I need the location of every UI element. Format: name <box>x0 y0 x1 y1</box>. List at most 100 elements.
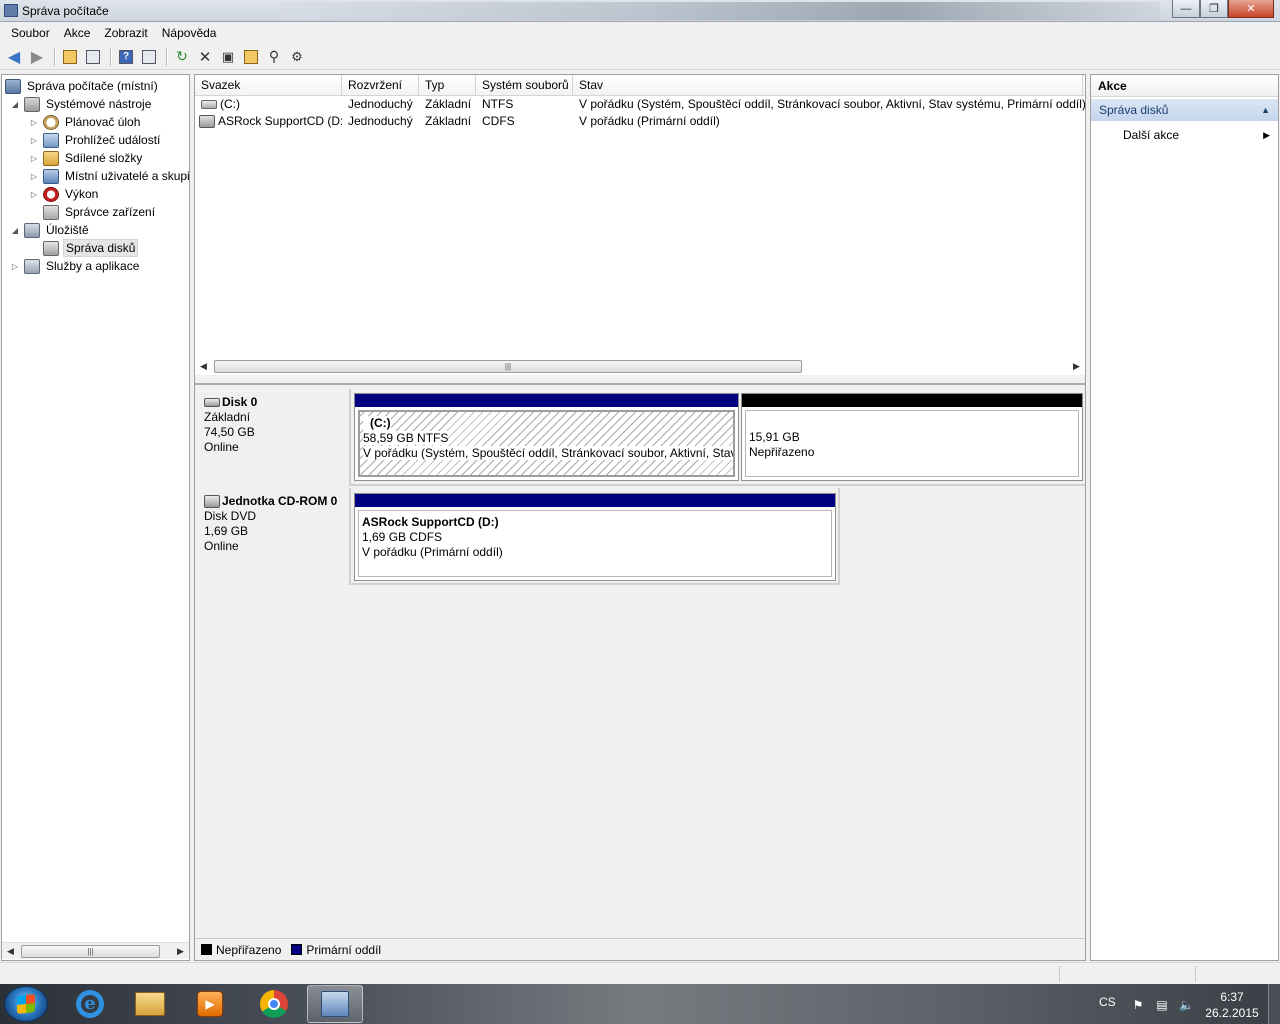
taskbar-file-explorer[interactable] <box>122 985 178 1023</box>
collapse-arrow-icon[interactable]: ◢ <box>10 100 20 109</box>
volume-icon[interactable]: 🔈 <box>1179 998 1194 1012</box>
scrollbar-thumb[interactable]: ||| <box>21 945 160 958</box>
expand-arrow-icon[interactable]: ▷ <box>29 118 39 127</box>
partition-d-body: ASRock SupportCD (D:) 1,69 GB CDFS V poř… <box>358 510 832 577</box>
expand-arrow-icon[interactable]: ▷ <box>29 136 39 145</box>
disk-0-row: Disk 0 Základní 74,50 GB Online (C:) 58,… <box>195 389 1085 486</box>
unallocated-bar <box>742 394 1082 407</box>
tree-item-storage[interactable]: ◢ Úložiště <box>10 221 91 239</box>
clock-icon <box>43 114 59 130</box>
volume-filesystem: NTFS <box>482 97 514 111</box>
column-header-type[interactable]: Typ <box>419 75 476 96</box>
tree-item-event-viewer[interactable]: ▷ Prohlížeč událostí <box>29 131 162 149</box>
scroll-left-icon[interactable]: ◀ <box>2 943 19 960</box>
tree-horizontal-scrollbar[interactable]: ◀ ||| ▶ <box>2 942 189 959</box>
more-actions-item[interactable]: Další akce ▶ <box>1091 125 1278 145</box>
properties-icon[interactable]: ▣ <box>218 47 238 67</box>
tree-item-system-tools[interactable]: ◢ Systémové nástroje <box>10 95 153 113</box>
tree-item-label: Správce zařízení <box>65 205 156 219</box>
refresh-icon[interactable]: ↻ <box>172 47 192 67</box>
tree-item-label: Úložiště <box>46 223 89 237</box>
tree-item-services[interactable]: ▷ Služby a aplikace <box>10 257 141 275</box>
legend-label-primary: Primární oddíl <box>306 942 382 957</box>
minimize-button[interactable]: — <box>1172 0 1200 18</box>
scroll-right-icon[interactable]: ▶ <box>1068 358 1085 375</box>
status-bar-divider <box>1195 966 1196 982</box>
column-header-filesystem[interactable]: Systém souborů <box>476 75 573 96</box>
scrollbar-thumb[interactable]: ||| <box>214 360 802 373</box>
expand-arrow-icon[interactable]: ▷ <box>29 172 39 181</box>
start-button[interactable] <box>4 986 48 1022</box>
partition-d[interactable]: ASRock SupportCD (D:) 1,69 GB CDFS V poř… <box>354 493 836 581</box>
network-icon[interactable]: ▤ <box>1155 998 1169 1012</box>
device-manager-icon <box>43 204 59 220</box>
maximize-button[interactable]: ❐ <box>1200 0 1228 18</box>
title-bar-background <box>280 2 1160 20</box>
partition-c[interactable]: (C:) 58,59 GB NTFS V pořádku (Systém, Sp… <box>354 393 739 481</box>
cdrom-0-label[interactable]: Jednotka CD-ROM 0 Disk DVD 1,69 GB Onlin… <box>195 488 351 585</box>
menu-zobrazit[interactable]: Zobrazit <box>97 26 154 40</box>
show-hide-action-pane-icon[interactable] <box>139 47 159 67</box>
show-desktop-button[interactable] <box>1268 984 1280 1024</box>
up-folder-icon[interactable] <box>60 47 80 67</box>
forward-arrow-icon[interactable]: ▶ <box>27 47 47 67</box>
storage-icon <box>24 222 40 238</box>
windows-logo-icon <box>17 994 35 1014</box>
toolbar-separator <box>166 47 168 66</box>
taskbar-computer-management[interactable] <box>307 985 363 1023</box>
table-row[interactable]: (C:) Jednoduchý Základní NTFS V pořádku … <box>195 96 1085 113</box>
system-clock[interactable]: 6:37 26.2.2015 <box>1204 989 1260 1021</box>
scroll-right-icon[interactable]: ▶ <box>172 943 189 960</box>
expand-arrow-icon[interactable]: ▷ <box>10 262 20 271</box>
collapse-up-icon[interactable]: ▲ <box>1261 99 1270 121</box>
tree-item-device-manager[interactable]: Správce zařízení <box>43 203 157 221</box>
table-row[interactable]: ASRock SupportCD (D:) Jednoduchý Základn… <box>195 113 1085 130</box>
column-header-layout[interactable]: Rozvržení <box>342 75 419 96</box>
volume-list-header: Svazek Rozvržení Typ Systém souborů Stav <box>195 75 1085 96</box>
navigation-tree: Správa počítače (místní) ◢ Systémové nás… <box>1 74 190 961</box>
show-hide-tree-icon[interactable] <box>83 47 103 67</box>
disk-name: Jednotka CD-ROM 0 <box>222 494 338 508</box>
actions-section-label: Správa disků <box>1099 103 1169 117</box>
open-folder-icon[interactable] <box>241 47 261 67</box>
disk-management-panel: Svazek Rozvržení Typ Systém souborů Stav… <box>194 74 1086 961</box>
action-center-flag-icon[interactable]: ⚑ <box>1131 998 1145 1012</box>
menu-soubor[interactable]: Soubor <box>4 26 57 40</box>
menu-napoveda[interactable]: Nápověda <box>155 26 224 40</box>
tree-item-label: Systémové nástroje <box>46 97 152 111</box>
expand-arrow-icon[interactable]: ▷ <box>29 154 39 163</box>
scroll-left-icon[interactable]: ◀ <box>195 358 212 375</box>
menu-akce[interactable]: Akce <box>57 26 98 40</box>
actions-section-disk-management[interactable]: Správa disků ▲ <box>1091 99 1278 121</box>
clock-date: 26.2.2015 <box>1205 1006 1259 1020</box>
tree-item-label: Plánovač úloh <box>65 115 141 129</box>
language-indicator[interactable]: CS <box>1099 995 1116 1024</box>
tree-item-task-scheduler[interactable]: ▷ Plánovač úloh <box>29 113 142 131</box>
tree-item-disk-management[interactable]: Správa disků <box>43 239 139 257</box>
pane-splitter[interactable] <box>195 375 1085 385</box>
back-arrow-icon[interactable]: ◀ <box>4 47 24 67</box>
column-header-volume[interactable]: Svazek <box>195 75 342 96</box>
services-icon <box>24 258 40 274</box>
search-icon[interactable]: ⚲ <box>264 47 284 67</box>
disk-0-label[interactable]: Disk 0 Základní 74,50 GB Online <box>195 389 351 486</box>
tree-item-performance[interactable]: ▷ Výkon <box>29 185 100 203</box>
tree-item-local-users[interactable]: ▷ Místní uživatelé a skupiny <box>29 167 189 185</box>
column-header-status[interactable]: Stav <box>573 75 1083 96</box>
taskbar-internet-explorer[interactable]: e <box>62 985 118 1023</box>
taskbar-chrome[interactable] <box>246 985 302 1023</box>
delete-icon[interactable]: ✕ <box>195 47 215 67</box>
partition-status: V pořádku (Primární oddíl) <box>362 545 503 559</box>
help-icon[interactable]: ? <box>116 47 136 67</box>
users-icon <box>43 168 59 184</box>
settings-icon[interactable]: ⚙ <box>287 47 307 67</box>
taskbar-media-player[interactable]: ▶ <box>182 985 238 1023</box>
menu-bar: Soubor Akce Zobrazit Nápověda <box>0 22 1280 44</box>
tree-item-shared-folders[interactable]: ▷ Sdílené složky <box>29 149 144 167</box>
volume-list-horizontal-scrollbar[interactable]: ◀ ||| ▶ <box>195 358 1085 375</box>
collapse-arrow-icon[interactable]: ◢ <box>10 226 20 235</box>
expand-arrow-icon[interactable]: ▷ <box>29 190 39 199</box>
close-button[interactable]: ✕ <box>1228 0 1274 18</box>
tree-item-computer-management[interactable]: Správa počítače (místní) <box>5 77 160 95</box>
partition-unallocated[interactable]: 15,91 GB Nepřiřazeno <box>741 393 1083 481</box>
